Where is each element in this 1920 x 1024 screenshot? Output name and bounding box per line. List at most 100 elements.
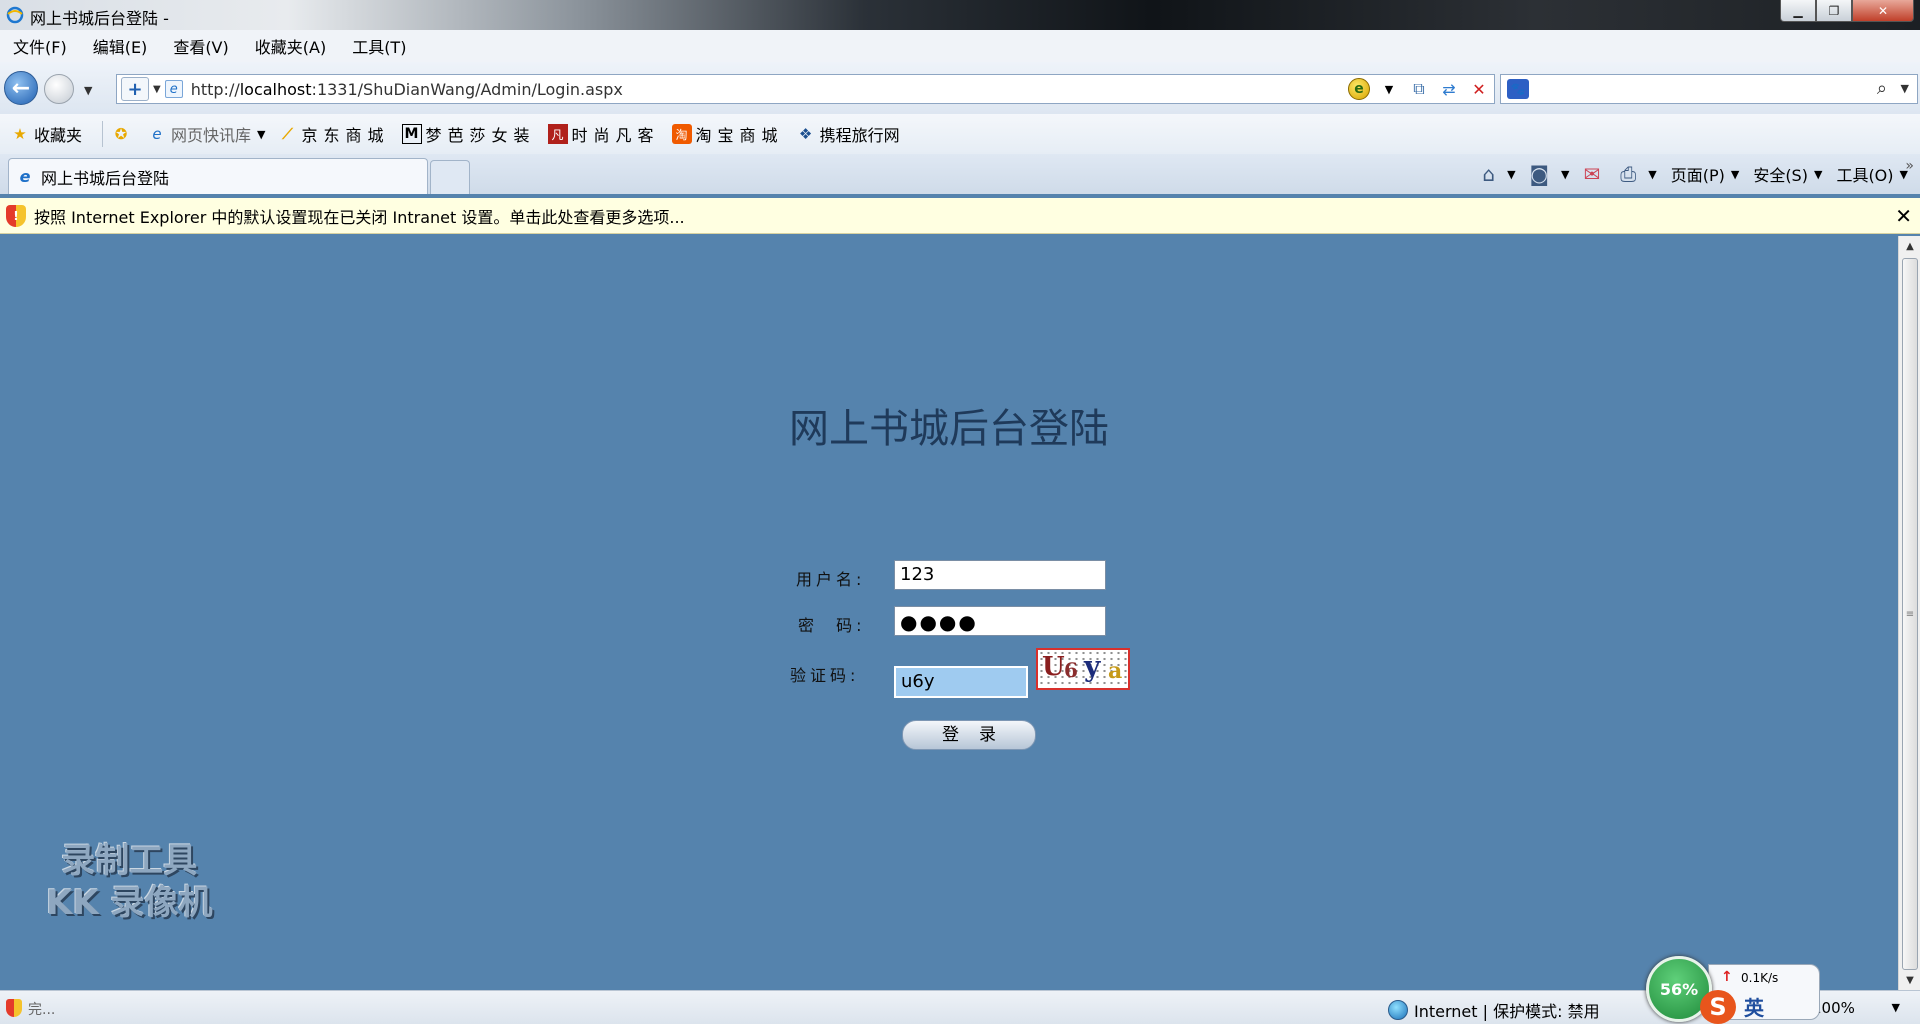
chevron-down-icon: ▼ bbox=[1730, 167, 1740, 181]
forward-button[interactable] bbox=[44, 74, 74, 104]
print-button[interactable]: ⎙ ▼ bbox=[1620, 162, 1656, 186]
favorite-taobao[interactable]: 淘 淘宝商城 bbox=[671, 122, 784, 146]
captcha-char: a bbox=[1108, 658, 1123, 684]
menu-file[interactable]: 文件(F) bbox=[0, 34, 80, 58]
chevron-down-icon: ▼ bbox=[1561, 167, 1570, 181]
address-tools: e ▼ ⧉ ⇄ ✕ bbox=[1344, 75, 1494, 103]
stop-icon[interactable]: ✕ bbox=[1464, 75, 1494, 103]
globe-icon bbox=[1388, 1000, 1408, 1020]
vancl-icon: 凡 bbox=[547, 124, 568, 144]
scroll-down-icon[interactable]: ▼ bbox=[1899, 970, 1920, 990]
favorite-moonbasa[interactable]: M 梦芭莎女装 bbox=[401, 122, 536, 146]
safety-menu[interactable]: 安全(S) ▼ bbox=[1753, 162, 1822, 186]
close-icon[interactable]: ✕ bbox=[1895, 204, 1912, 228]
home-button[interactable]: ⌂ ▼ bbox=[1482, 162, 1515, 186]
tab-row: e 网上书城后台登陆 ⌂ ▼ ◙ ▼ ✉ ⎙ ▼ 页面(P) ▼ 安全(S) ▼ 工具(O… bbox=[0, 154, 1920, 194]
page-menu[interactable]: 页面(P) ▼ bbox=[1671, 162, 1740, 186]
window-controls: ▁ ❐ ✕ bbox=[1780, 0, 1914, 24]
chevron-down-icon: ▼ bbox=[257, 127, 266, 141]
infobar-text[interactable]: 按照 Internet Explorer 中的默认设置现在已关闭 Intrane… bbox=[34, 204, 685, 228]
ctrip-icon: ❖ bbox=[798, 125, 813, 143]
favorites-bar: ★ 收藏夹 ✪ e 网页快讯库 ▼ ⟋ 京东商城 M 梦芭莎女装 凡 时尚凡客 … bbox=[0, 114, 1920, 154]
compatibility-view-button[interactable]: e bbox=[1344, 75, 1374, 103]
username-field[interactable]: 123 bbox=[894, 560, 1106, 590]
favorite-vancl[interactable]: 凡 时尚凡客 bbox=[547, 122, 660, 146]
page-title: 网上书城后台登陆 bbox=[789, 406, 1109, 452]
address-dropdown-icon[interactable]: ▼ bbox=[1374, 75, 1404, 103]
refresh-icon[interactable]: ⇄ bbox=[1434, 75, 1464, 103]
favorite-jd[interactable]: ⟋ 京东商城 bbox=[278, 122, 390, 146]
minimize-button[interactable]: ▁ bbox=[1780, 0, 1816, 22]
window-title: 网上书城后台登陆 - bbox=[30, 9, 169, 28]
security-zone[interactable]: Internet | 保护模式: 禁用 bbox=[1388, 998, 1600, 1022]
jd-icon: ⟋ bbox=[282, 125, 293, 143]
search-box[interactable]: 🐾 ⌕ ▼ bbox=[1500, 74, 1918, 104]
ime-mode[interactable]: 英 bbox=[1744, 992, 1764, 1021]
tab-label: 网上书城后台登陆 bbox=[41, 168, 170, 188]
tools-menu[interactable]: 工具(O) ▼ bbox=[1836, 162, 1908, 186]
ie-logo-icon bbox=[6, 6, 24, 24]
captcha-input[interactable]: u6y bbox=[894, 666, 1028, 698]
new-tab-button[interactable] bbox=[430, 160, 470, 194]
favorites-label: 收藏夹 bbox=[34, 126, 83, 145]
command-bar: ⌂ ▼ ◙ ▼ ✉ ⎙ ▼ 页面(P) ▼ 安全(S) ▼ 工具(O) ▼ bbox=[1468, 160, 1908, 188]
page-content: 网上书城后台登陆 用户名: 123 密 码: ●●●● 验证码: u6y U 6… bbox=[0, 236, 1898, 990]
address-bar[interactable]: + ▼ e http://localhost:1331/ShuDianWang/… bbox=[116, 74, 1495, 104]
menu-favorites[interactable]: 收藏夹(A) bbox=[242, 34, 339, 58]
maximize-button[interactable]: ❐ bbox=[1816, 0, 1852, 22]
status-bar: 完... Internet | 保护模式: 禁用 100% ▼ bbox=[0, 990, 1920, 1024]
shield-icon: ! bbox=[6, 204, 26, 227]
separator bbox=[102, 121, 104, 147]
favorite-ctrip[interactable]: ❖ 携程旅行网 bbox=[796, 122, 900, 146]
upload-arrow-icon: ↑ bbox=[1721, 969, 1733, 985]
password-field[interactable]: ●●●● bbox=[894, 606, 1106, 636]
close-window-button[interactable]: ✕ bbox=[1852, 0, 1914, 22]
recent-pages-dropdown-icon[interactable]: ▼ bbox=[84, 84, 92, 97]
username-label: 用户名: bbox=[796, 570, 866, 589]
more-commands-icon[interactable]: » bbox=[1905, 158, 1914, 174]
vertical-scrollbar[interactable]: ▲ ≡ ▼ bbox=[1898, 236, 1920, 990]
favorite-web-slice[interactable]: e 网页快讯库 ▼ bbox=[147, 122, 265, 146]
mail-button[interactable]: ✉ bbox=[1583, 162, 1606, 186]
login-button[interactable]: 登录 bbox=[902, 720, 1036, 750]
navigation-bar: ← ▼ + ▼ e http://localhost:1331/ShuDianW… bbox=[0, 62, 1920, 114]
home-icon: ⌂ bbox=[1482, 162, 1496, 186]
chevron-down-icon[interactable]: ▼ bbox=[153, 84, 161, 95]
network-rate: 0.1K/s bbox=[1741, 971, 1779, 985]
captcha-label: 验证码: bbox=[790, 666, 860, 685]
page-icon: e bbox=[164, 80, 183, 98]
add-tab-icon[interactable]: + bbox=[121, 77, 149, 101]
feeds-button[interactable]: ◙ ▼ bbox=[1530, 162, 1570, 186]
tab-login-page[interactable]: e 网上书城后台登陆 bbox=[8, 158, 428, 194]
star-icon: ★ bbox=[13, 125, 27, 143]
m-icon: M bbox=[401, 124, 422, 144]
rss-icon: ◙ bbox=[1529, 162, 1549, 186]
scroll-up-icon[interactable]: ▲ bbox=[1899, 236, 1920, 256]
favorites-button[interactable]: ★ 收藏夹 bbox=[10, 122, 82, 146]
sogou-ime-icon[interactable]: S bbox=[1700, 990, 1736, 1024]
add-star-icon: ✪ bbox=[114, 125, 128, 143]
back-arrow-icon: ← bbox=[11, 75, 31, 101]
menu-view[interactable]: 查看(V) bbox=[160, 34, 241, 58]
status-text: 完... bbox=[28, 1002, 56, 1018]
captcha-image[interactable]: U 6 y a bbox=[1036, 648, 1130, 690]
search-icon[interactable]: ⌕ bbox=[1877, 78, 1887, 99]
menu-tools[interactable]: 工具(T) bbox=[339, 34, 419, 58]
scroll-thumb[interactable]: ≡ bbox=[1902, 258, 1918, 970]
menu-bar: 文件(F) 编辑(E) 查看(V) 收藏夹(A) 工具(T) bbox=[0, 30, 1920, 62]
add-favorite-button[interactable]: ✪ bbox=[111, 124, 135, 144]
page-icon: e bbox=[19, 167, 31, 186]
address-url[interactable]: http://localhost:1331/ShuDianWang/Admin/… bbox=[191, 80, 623, 99]
rss-compat-icon[interactable]: ⧉ bbox=[1404, 75, 1434, 103]
taobao-icon: 淘 bbox=[671, 124, 692, 144]
shield-icon bbox=[6, 999, 22, 1017]
search-dropdown-icon[interactable]: ▼ bbox=[1901, 82, 1909, 95]
menu-edit[interactable]: 编辑(E) bbox=[80, 34, 161, 58]
captcha-char: 6 bbox=[1064, 658, 1078, 682]
baidu-paw-icon: 🐾 bbox=[1507, 79, 1529, 99]
zoom-dropdown-icon[interactable]: ▼ bbox=[1892, 1001, 1900, 1014]
back-button[interactable]: ← bbox=[4, 71, 38, 105]
recorder-watermark: 录制工具 KK 录像机 bbox=[46, 841, 213, 923]
information-bar[interactable]: ! 按照 Internet Explorer 中的默认设置现在已关闭 Intra… bbox=[0, 198, 1920, 234]
chevron-down-icon: ▼ bbox=[1648, 167, 1657, 181]
